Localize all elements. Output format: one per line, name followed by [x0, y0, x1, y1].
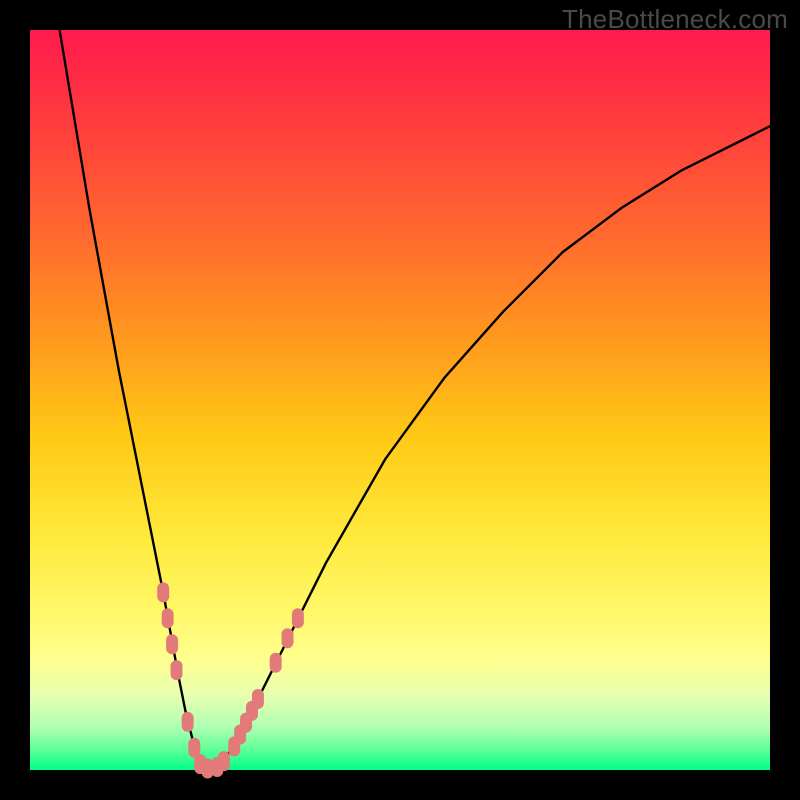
curve-marker	[166, 634, 178, 654]
bottleneck-curve-path	[60, 30, 770, 770]
curve-marker	[162, 608, 174, 628]
curve-marker	[270, 653, 282, 673]
curve-layer	[30, 30, 770, 770]
curve-marker	[157, 582, 169, 602]
curve-marker	[252, 689, 264, 709]
plot-area	[30, 30, 770, 770]
curve-marker	[292, 608, 304, 628]
curve-marker	[218, 751, 230, 771]
curve-marker	[171, 660, 183, 680]
chart-frame: TheBottleneck.com	[0, 0, 800, 800]
curve-marker	[282, 628, 294, 648]
curve-marker	[182, 712, 194, 732]
